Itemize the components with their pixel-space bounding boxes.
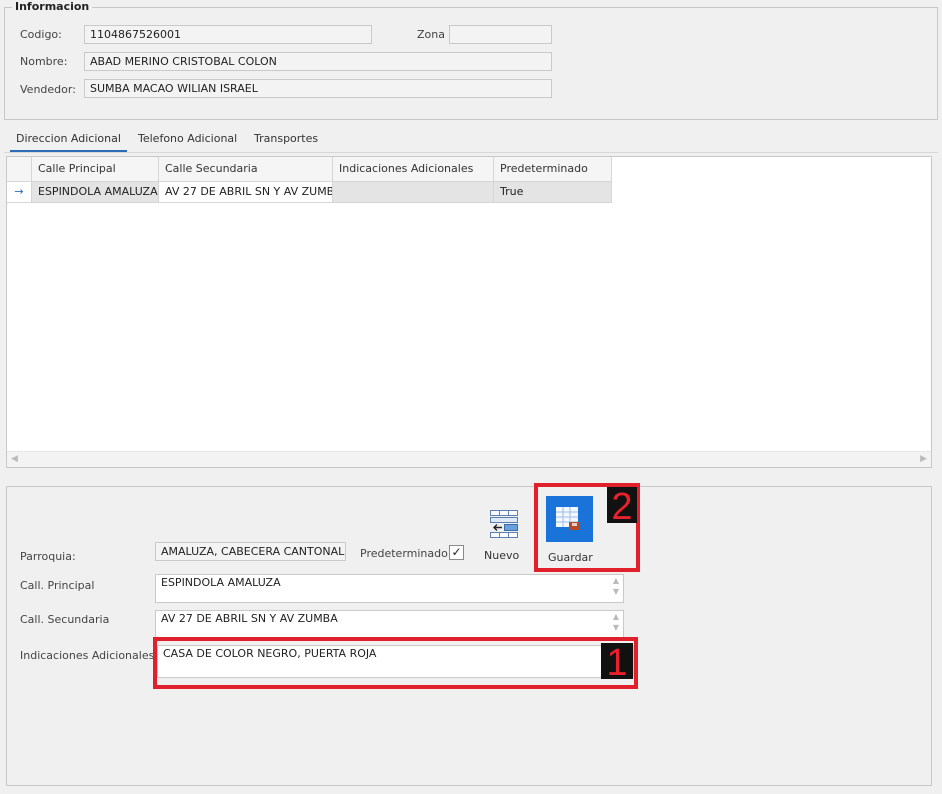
vendedor-label: Vendedor: (20, 83, 76, 96)
secundaria-label: Call. Secundaria (20, 613, 110, 626)
principal-scrollbar[interactable]: ▲ ▼ (609, 575, 623, 602)
tab-telefono-adicional[interactable]: Telefono Adicional (138, 132, 237, 152)
parroquia-label: Parroquia: (20, 550, 76, 563)
nombre-field[interactable]: ABAD MERINO CRISTOBAL COLON (84, 52, 552, 71)
annotation-badge-2: 2 (607, 487, 637, 527)
secundaria-value: AV 27 DE ABRIL SN Y AV ZUMBA (161, 612, 338, 625)
annotation-badge-1: 1 (601, 643, 633, 683)
parroquia-field[interactable]: AMALUZA, CABECERA CANTONAL (155, 542, 346, 561)
scroll-left-icon[interactable]: ◀ (11, 454, 18, 464)
row-header-corner (7, 157, 32, 182)
scroll-down-icon[interactable]: ▼ (609, 587, 623, 596)
tab-direccion-adicional[interactable]: Direccion Adicional (10, 132, 127, 152)
nuevo-button[interactable]: Nuevo (481, 502, 523, 564)
scroll-up-icon[interactable]: ▲ (609, 612, 623, 621)
tab-transportes[interactable]: Transportes (254, 132, 318, 152)
informacion-title: Informacion (12, 0, 93, 13)
codigo-field[interactable]: 1104867526001 (84, 25, 372, 44)
column-header-indicaciones[interactable]: Indicaciones Adicionales (333, 157, 494, 182)
tab-divider (4, 152, 938, 153)
scroll-right-icon[interactable]: ▶ (920, 454, 927, 464)
table-cell-calle-secundaria[interactable]: AV 27 DE ABRIL SN Y AV ZUMBA (159, 182, 333, 203)
secundaria-field[interactable]: AV 27 DE ABRIL SN Y AV ZUMBA ▲ ▼ (155, 610, 624, 638)
principal-field[interactable]: ESPINDOLA AMALUZA ▲ ▼ (155, 574, 624, 603)
principal-label: Call. Principal (20, 579, 95, 592)
predeterminado-checkbox[interactable]: ✓ (449, 545, 464, 560)
vendedor-field[interactable]: SUMBA MACAO WILIAN ISRAEL (84, 79, 552, 98)
current-row-arrow-icon[interactable]: → (7, 182, 32, 203)
codigo-label: Codigo: (20, 28, 62, 41)
table-cell-indicaciones[interactable] (333, 182, 494, 203)
horizontal-scrollbar[interactable]: ◀ ▶ (7, 451, 931, 467)
column-header-calle-principal[interactable]: Calle Principal (32, 157, 159, 182)
predeterminado-label: Predeterminado: (360, 547, 452, 560)
new-record-icon (490, 510, 518, 538)
annotation-box-1 (153, 637, 638, 689)
zona-label: Zona (417, 28, 445, 41)
address-grid[interactable]: Calle Principal Calle Secundaria Indicac… (6, 156, 932, 468)
table-cell-calle-principal[interactable]: ESPINDOLA AMALUZA (32, 182, 159, 203)
principal-value: ESPINDOLA AMALUZA (161, 576, 281, 589)
secundaria-scrollbar[interactable]: ▲ ▼ (609, 611, 623, 637)
nombre-label: Nombre: (20, 55, 68, 68)
scroll-up-icon[interactable]: ▲ (609, 576, 623, 585)
scroll-down-icon[interactable]: ▼ (609, 623, 623, 632)
column-header-calle-secundaria[interactable]: Calle Secundaria (159, 157, 333, 182)
nuevo-label: Nuevo (484, 549, 520, 562)
zona-field[interactable] (449, 25, 552, 44)
table-cell-predeterminado[interactable]: True (494, 182, 612, 203)
column-header-predeterminado[interactable]: Predeterminado (494, 157, 612, 182)
indicaciones-label: Indicaciones Adicionales: (20, 649, 159, 662)
